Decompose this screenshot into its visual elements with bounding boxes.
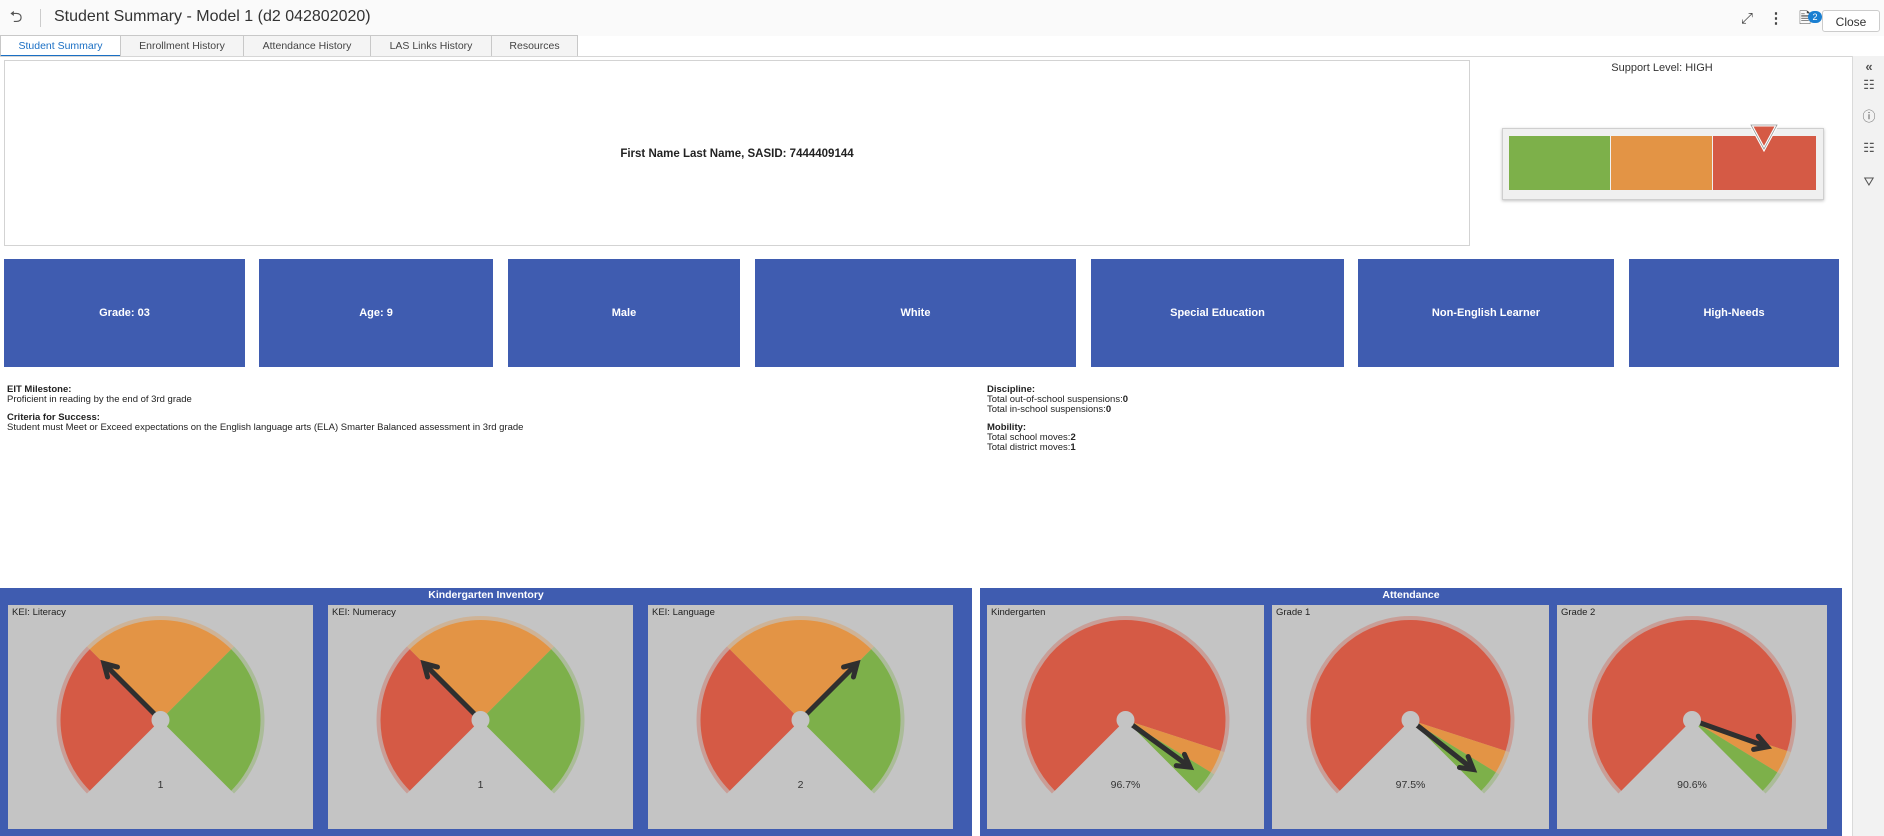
tab-divider [0, 56, 1852, 57]
gauge-value-label: 1 [157, 779, 164, 791]
tile-age: Age: 9 [259, 259, 493, 367]
gauge-label: KEI: Numeracy [332, 607, 396, 618]
data-icon[interactable]: ☷ [1860, 76, 1878, 94]
support-level-marker-icon [1749, 123, 1779, 152]
kindergarten-inventory-panel: Kindergarten Inventory KEI: Literacy 1 K… [0, 588, 972, 836]
oss-value: 0 [1122, 394, 1129, 405]
gauge-value-label: 1 [477, 779, 484, 791]
student-name: First Name Last Name, SASID: 7444409144 [620, 148, 854, 160]
gauge-label: Grade 1 [1276, 607, 1311, 618]
tile-race: White [755, 259, 1076, 367]
gauge-attendance-grade-2: Grade 2 90.6% [1557, 605, 1827, 829]
gauge-hub [1401, 711, 1420, 729]
criteria-text: Student must Meet or Exceed expectations… [7, 422, 524, 433]
attendance-panel: Attendance Kindergarten 96.7% Grade 1 97… [980, 588, 1842, 836]
gauge-kei-numeracy: KEI: Numeracy 1 [328, 605, 633, 829]
gauge-svg [1021, 616, 1230, 794]
gauge-kei-literacy: KEI: Literacy 1 [8, 605, 313, 829]
gauge-attendance-grade-1: Grade 1 97.5% [1272, 605, 1549, 829]
more-icon[interactable]: ⋮ [1766, 9, 1786, 29]
iss-label: Total in-school suspensions: [987, 404, 1106, 415]
gauge-label: Kindergarten [991, 607, 1046, 618]
attendance-title: Attendance [1382, 589, 1440, 601]
gauge-label: KEI: Language [652, 607, 715, 618]
gauge-hub [471, 711, 490, 729]
filter-icon[interactable]: ⛛ [1860, 173, 1878, 191]
right-rail: « ☷ ⓘ ☷ ⛛ [1852, 56, 1884, 836]
gauge-svg [696, 615, 905, 794]
tile-special-education: Special Education [1091, 259, 1344, 367]
back-icon[interactable]: ⮌ [6, 9, 26, 27]
info-icon[interactable]: ⓘ [1860, 108, 1878, 126]
gauge-svg [376, 615, 585, 794]
support-level-label: Support Level: HIGH [1611, 62, 1713, 74]
district-moves-label: Total district moves: [987, 442, 1071, 453]
tab-bar: Student Summary Enrollment History Atten… [0, 35, 578, 57]
support-segment-low [1509, 136, 1610, 190]
page-title: Student Summary - Model 1 (d2 042802020) [54, 8, 371, 25]
top-bar: ⮌ Student Summary - Model 1 (d2 04280202… [0, 0, 1884, 36]
close-button[interactable]: Close [1822, 10, 1880, 32]
fullscreen-icon[interactable]: ⤢ [1737, 9, 1757, 29]
milestone-info: EIT Milestone: Proficient in reading by … [7, 385, 967, 433]
tile-gender: Male [508, 259, 740, 367]
tab-attendance-history[interactable]: Attendance History [243, 35, 371, 57]
gauge-svg [1306, 616, 1515, 794]
comment-icon[interactable]: ☷ [1860, 139, 1878, 157]
collapse-icon[interactable]: « [1860, 58, 1878, 76]
gauge-value-label: 97.5% [1395, 779, 1426, 791]
gauge-label: KEI: Literacy [12, 607, 66, 618]
gauge-hub [1683, 711, 1701, 729]
notification-badge: 2 [1808, 11, 1822, 23]
discipline-mobility-info: Discipline: Total out-of-school suspensi… [987, 385, 1487, 453]
tab-resources[interactable]: Resources [491, 35, 578, 57]
student-name-panel: First Name Last Name, SASID: 7444409144 [4, 60, 1470, 246]
tab-las-links-history[interactable]: LAS Links History [370, 35, 492, 57]
gauge-hub [791, 711, 810, 729]
gauge-kei-language: KEI: Language 2 [648, 605, 953, 829]
gauge-label: Grade 2 [1561, 607, 1596, 618]
tile-english-learner: Non-English Learner [1358, 259, 1614, 367]
gauge-svg [56, 615, 265, 794]
support-segment-medium [1611, 136, 1712, 190]
gauge-attendance-kindergarten: Kindergarten 96.7% [987, 605, 1264, 829]
tile-grade: Grade: 03 [4, 259, 245, 367]
tab-enrollment-history[interactable]: Enrollment History [120, 35, 244, 57]
eit-milestone-text: Proficient in reading by the end of 3rd … [7, 394, 192, 405]
gauge-value-label: 2 [797, 779, 804, 791]
title-separator [40, 9, 41, 27]
tab-student-summary[interactable]: Student Summary [0, 35, 121, 57]
kindergarten-inventory-title: Kindergarten Inventory [428, 589, 544, 601]
tile-high-needs: High-Needs [1629, 259, 1839, 367]
gauge-value-label: 90.6% [1677, 779, 1707, 791]
gauge-value-label: 96.7% [1110, 779, 1141, 791]
gauge-hub [151, 711, 170, 729]
gauge-hub [1116, 711, 1135, 729]
iss-value: 0 [1105, 404, 1112, 415]
district-moves-value: 1 [1070, 442, 1076, 453]
gauge-svg [1588, 616, 1797, 794]
